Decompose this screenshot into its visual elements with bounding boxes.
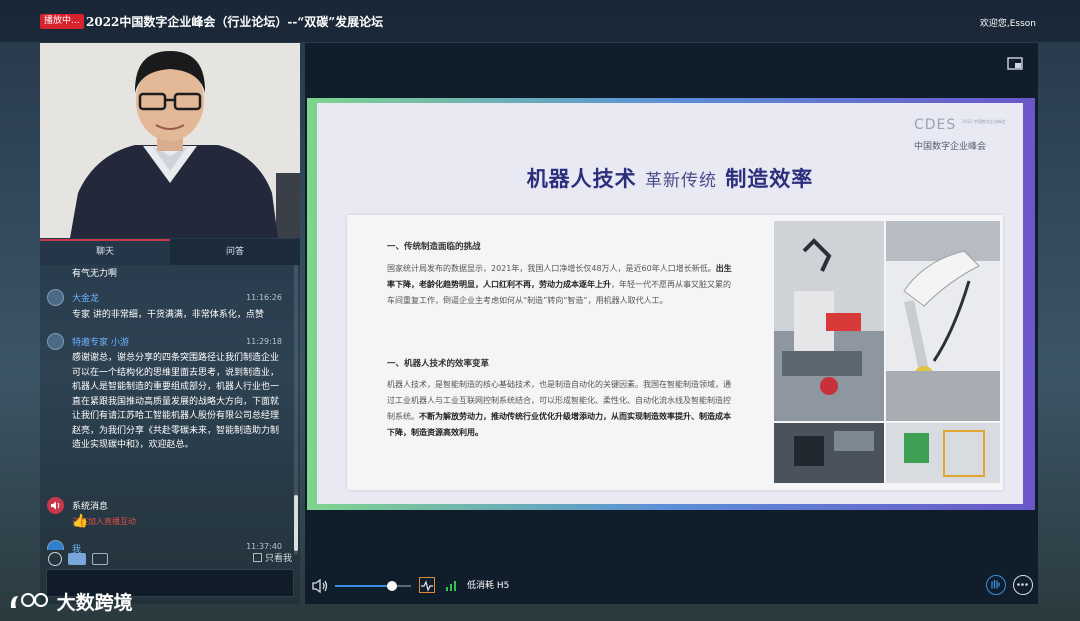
title-mid: 革新传统 [645, 171, 717, 191]
summit-logo: CDES 2022 中国数字企业峰会 中国数字企业峰会 [914, 115, 1014, 155]
tab-qa[interactable]: 问答 [170, 239, 300, 265]
speaker-image [40, 43, 300, 238]
title-left: 机器人技术 [526, 167, 637, 191]
chat-message-text: 有气无力啊 [72, 269, 118, 279]
tab-chat[interactable]: 聊天 [40, 239, 170, 265]
quality-label[interactable]: 低消耗 H5 [467, 578, 509, 591]
signal-icon [445, 577, 459, 596]
paragraph-bold: 不断为解放劳动力，推动传统行业优化升级增添动力，从而实现制造效率提升、制造成本下… [387, 412, 731, 437]
avatar [47, 333, 64, 350]
presentation-slide: CDES 2022 中国数字企业峰会 中国数字企业峰会 机器人技术 革新传统 制… [307, 98, 1035, 510]
watermark-text: 大数跨境 [56, 592, 133, 614]
section-paragraph: 国家统计局发布的数据显示，2021年，我国人口净增长仅48万人，是近60年人口增… [387, 261, 732, 309]
system-message-title: 系统消息 [72, 502, 109, 512]
picture-in-picture-icon[interactable] [1005, 54, 1025, 74]
chat-message-author[interactable]: 大金龙 [72, 291, 99, 304]
paragraph-text: 国家统计局发布的数据显示，2021年，我国人口净增长仅48万人，是近60年人口增… [387, 264, 716, 273]
volume-icon[interactable] [311, 578, 329, 598]
volume-knob[interactable] [387, 581, 397, 591]
emoji-icon[interactable] [48, 552, 62, 566]
watermark: 大数跨境 [8, 588, 133, 615]
welcome-user[interactable]: 欢迎您,Esson [980, 16, 1036, 29]
page-title: 2022中国数字企业峰会（行业论坛）--“双碳”发展论坛 [86, 15, 384, 29]
thumbs-up-icon: 👍 [72, 514, 89, 529]
player-controls: 低消耗 H5 [305, 568, 1038, 604]
avatar [47, 540, 64, 550]
title-right: 制造效率 [725, 167, 814, 191]
avatar [47, 289, 64, 306]
live-badge: 播放中... [40, 14, 84, 29]
left-panel: 聊天 问答 有气无力啊 大金龙 11:16:26 专家 讲的非常细，干货满满，非… [40, 43, 300, 604]
chat-message-time: 11:29:18 [246, 337, 282, 346]
robot-photo-collage [774, 221, 1000, 483]
chat-tabs: 聊天 问答 [40, 239, 300, 265]
speaker-video[interactable] [40, 43, 300, 238]
chat-message-author[interactable]: 特邀专家 小游 [72, 335, 129, 348]
main-stage: CDES 2022 中国数字企业峰会 中国数字企业峰会 机器人技术 革新传统 制… [305, 43, 1038, 604]
logo-small-text: 2022 中国数字企业峰会 [962, 119, 1006, 124]
section-heading: 一、机器人技术的效率变革 [387, 359, 490, 369]
hand-raise-icon[interactable] [986, 575, 1006, 595]
slide-title: 机器人技术 革新传统 制造效率 [317, 163, 1023, 193]
robot-photos [774, 221, 1000, 483]
slide-body: 一、传统制造面临的挑战 国家统计局发布的数据显示，2021年，我国人口净增长仅4… [347, 215, 1003, 490]
gift-icon[interactable] [92, 553, 108, 565]
only-me-checkbox[interactable] [253, 553, 262, 562]
logo-chinese: 中国数字企业峰会 [914, 142, 987, 152]
section-paragraph: 机器人技术，是智能制造的核心基础技术，也是制造自动化的关键因素。我国在智能制造领… [387, 377, 732, 441]
chat-scrollbar[interactable] [294, 265, 298, 555]
chat-list: 有气无力啊 大金龙 11:16:26 专家 讲的非常细，干货满满，非常体系化，点… [40, 265, 300, 550]
chat-message-text: 专家 讲的非常细，干货满满，非常体系化，点赞 [72, 310, 264, 320]
volume-slider[interactable] [335, 581, 411, 591]
slide-content: CDES 2022 中国数字企业峰会 中国数字企业峰会 机器人技术 革新传统 制… [317, 103, 1023, 504]
more-icon[interactable] [1013, 575, 1033, 595]
speaker-icon [47, 497, 64, 514]
logo-abbr: CDES [914, 117, 957, 133]
chat-message-time: 11:16:26 [246, 293, 282, 302]
chat-message-text: 感谢谢总，谢总分享的四条突围路径让我们制造企业可以在一个结构化的思维里面去思考，… [72, 353, 280, 450]
only-me-label: 只看我 [265, 554, 293, 564]
volume-fill [335, 585, 392, 587]
section-heading: 一、传统制造面临的挑战 [387, 242, 481, 252]
watermark-logo-icon [10, 593, 48, 608]
scroll-thumb[interactable] [294, 495, 298, 551]
image-icon[interactable] [68, 553, 86, 565]
waveform-icon[interactable] [419, 577, 435, 593]
top-bar: 播放中... 2022中国数字企业峰会（行业论坛）--“双碳”发展论坛 欢迎您,… [0, 0, 1080, 42]
